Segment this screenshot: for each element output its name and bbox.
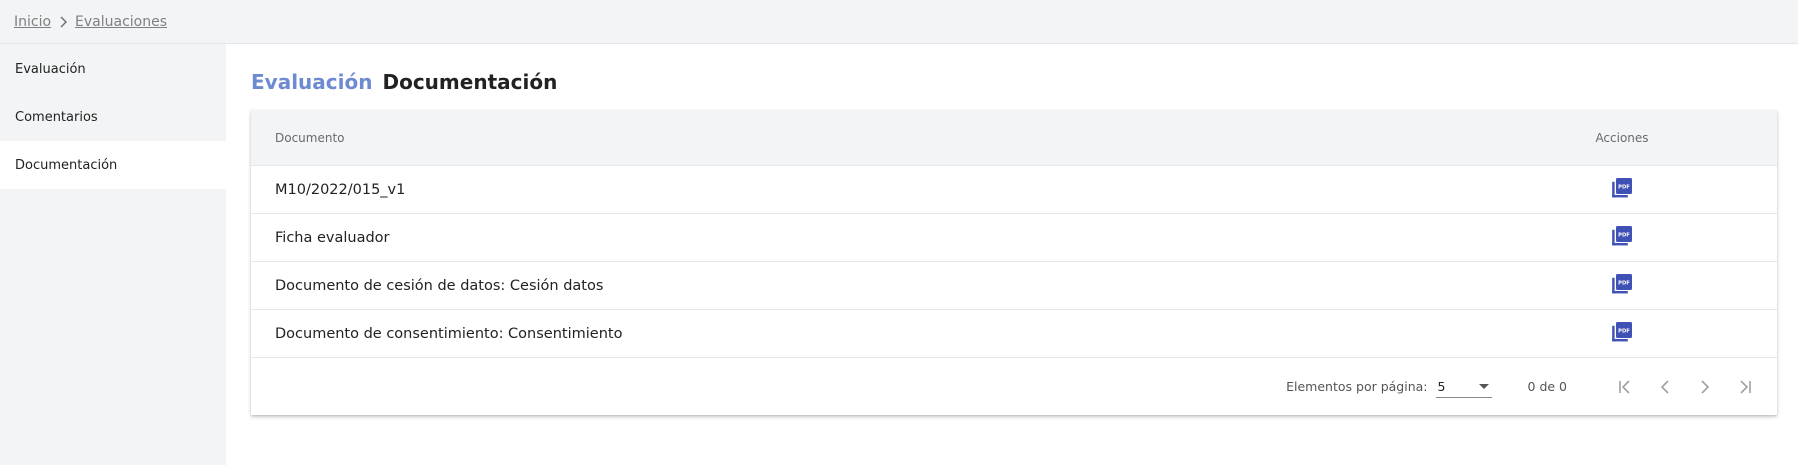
page-title-main: Documentación — [382, 70, 558, 94]
table-header: Documento Acciones — [251, 110, 1777, 166]
pdf-icon[interactable]: PDF — [1610, 272, 1634, 296]
sidebar-item-evaluacion[interactable]: Evaluación — [0, 45, 226, 93]
column-header-documento: Documento — [275, 130, 345, 145]
breadcrumb: Inicio Evaluaciones — [0, 0, 1798, 44]
table-row: Ficha evaluador PDF — [251, 214, 1777, 262]
documents-table: Documento Acciones M10/2022/015_v1 PDF F… — [251, 110, 1777, 415]
svg-text:PDF: PDF — [1618, 280, 1630, 286]
caret-down-icon — [1478, 383, 1489, 389]
pdf-icon[interactable]: PDF — [1610, 320, 1634, 344]
page-title-prefix: Evaluación — [251, 70, 373, 94]
document-name: M10/2022/015_v1 — [275, 181, 406, 198]
next-page-icon[interactable] — [1685, 367, 1725, 407]
breadcrumb-evaluaciones-link[interactable]: Evaluaciones — [75, 14, 167, 30]
pdf-icon[interactable]: PDF — [1610, 224, 1634, 248]
table-row: Documento de cesión de datos: Cesión dat… — [251, 262, 1777, 310]
sidebar-item-label: Evaluación — [15, 61, 86, 77]
sidebar: Evaluación Comentarios Documentación — [0, 44, 226, 465]
first-page-icon[interactable] — [1605, 367, 1645, 407]
page-size-value: 5 — [1437, 378, 1446, 394]
items-per-page-label: Elementos por página: — [1286, 379, 1428, 394]
column-header-acciones: Acciones — [1595, 130, 1649, 145]
breadcrumb-home-link[interactable]: Inicio — [14, 14, 51, 30]
last-page-icon[interactable] — [1725, 367, 1765, 407]
svg-text:PDF: PDF — [1618, 232, 1630, 238]
table-row: Documento de consentimiento: Consentimie… — [251, 310, 1777, 358]
sidebar-item-label: Comentarios — [15, 109, 98, 125]
paginator: Elementos por página: 5 0 de 0 — [251, 358, 1777, 415]
svg-text:PDF: PDF — [1618, 184, 1630, 190]
svg-text:PDF: PDF — [1618, 328, 1630, 334]
page-range-label: 0 de 0 — [1527, 379, 1567, 394]
sidebar-item-label: Documentación — [15, 157, 118, 173]
previous-page-icon[interactable] — [1645, 367, 1685, 407]
sidebar-item-comentarios[interactable]: Comentarios — [0, 93, 226, 141]
table-row: M10/2022/015_v1 PDF — [251, 166, 1777, 214]
document-name: Documento de consentimiento: Consentimie… — [275, 325, 623, 342]
document-name: Ficha evaluador — [275, 229, 390, 246]
main-content: Evaluación Documentación Documento Accio… — [226, 44, 1798, 465]
chevron-right-icon — [58, 16, 68, 28]
page-title: Evaluación Documentación — [251, 62, 1777, 102]
document-name: Documento de cesión de datos: Cesión dat… — [275, 277, 604, 294]
sidebar-item-documentacion[interactable]: Documentación — [0, 141, 226, 189]
page-size-select[interactable]: 5 — [1435, 376, 1492, 398]
pdf-icon[interactable]: PDF — [1610, 176, 1634, 200]
